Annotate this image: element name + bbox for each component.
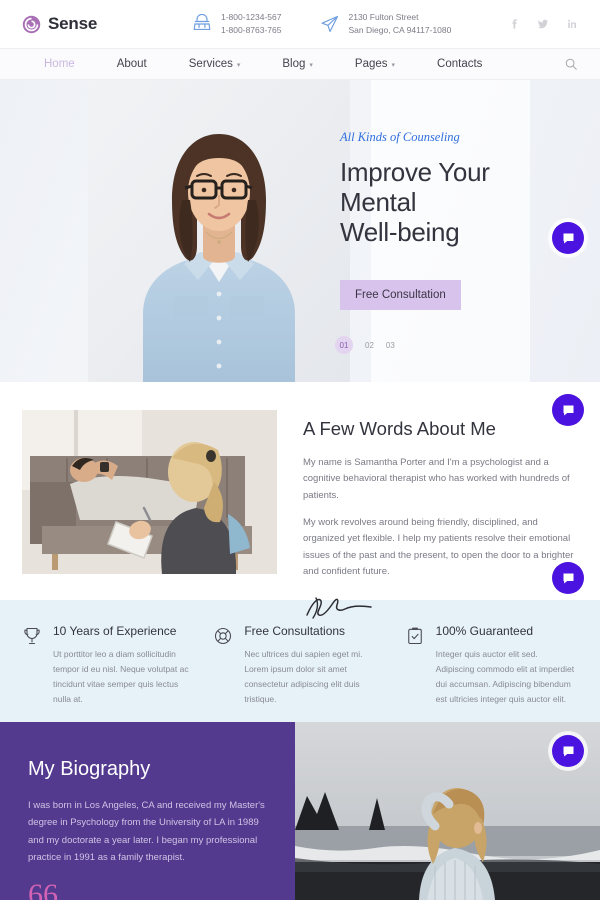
nav-item-blog[interactable]: Blog ▾ [261,58,334,70]
telephone-icon [193,14,211,30]
chat-bubble-icon [563,233,573,243]
hero-subtitle: All Kinds of Counseling [340,130,460,144]
chevron-down-icon: ▾ [391,62,396,69]
hero-slider-pagination: 01 02 03 [335,336,570,355]
nav-label: Contacts [437,58,483,70]
paper-plane-icon [321,15,338,33]
about-text-column: A Few Words About Me My name is Samantha… [303,410,578,619]
chat-widget-button-4[interactable] [552,735,584,767]
feature-card-consultations: Free Consultations Nec ultrices dui sapi… [213,624,386,704]
hero-portrait-photo [88,80,350,382]
nav-label: Services [188,58,233,70]
hero-section: All Kinds of Counseling Improve Your Men… [0,80,600,382]
chevron-down-icon: ▾ [236,62,241,69]
hero-title-line-1: Improve Your [340,157,490,187]
site-logo[interactable]: Sense [22,14,192,34]
phone-number-2[interactable]: 1-800-8763-765 [221,25,282,36]
nav-item-contacts[interactable]: Contacts [416,58,503,70]
linkedin-icon[interactable] [566,18,578,30]
feature-body: Nec ultrices dui sapien eget mi. Lorem i… [244,649,363,704]
about-section: A Few Words About Me My name is Samantha… [0,382,600,619]
biography-text-panel: My Biography I was born in Los Angeles, … [0,722,295,900]
lifebuoy-icon [215,627,232,645]
twitter-icon[interactable] [537,18,549,30]
about-title: A Few Words About Me [303,418,496,439]
nav-label: About [116,58,147,70]
feature-card-experience: 10 Years of Experience Ut porttitor leo … [22,624,195,704]
chat-widget-button-2[interactable] [552,394,584,426]
biography-section: My Biography I was born in Los Angeles, … [0,722,600,900]
hero-title-line-2: Mental [340,187,417,218]
facebook-icon[interactable] [508,18,520,30]
nav-label: Home [44,58,75,70]
clipboard-check-icon [407,627,422,645]
chat-widget-button-3[interactable] [552,562,584,594]
free-consultation-button[interactable]: Free Consultation [340,280,461,311]
address-contact: 2130 Fulton Street San Diego, CA 94117-1… [320,12,452,35]
main-navigation: Home About Services ▾ Blog ▾ Pages ▾ Con… [0,48,600,80]
slider-dot-03[interactable]: 03 [386,341,395,350]
hero-content: All Kinds of Counseling Improve Your Men… [335,130,570,355]
signature-image [306,597,372,619]
slider-dot-02[interactable]: 02 [365,341,374,350]
nav-item-about[interactable]: About [96,58,168,70]
chat-bubble-icon [563,573,573,583]
nav-label: Pages [354,58,388,70]
feature-body: Ut porttitor leo a diam sollicitudin tem… [53,649,189,704]
chat-widget-button-1[interactable] [552,222,584,254]
trophy-icon [24,627,40,645]
feature-body: Integer quis auctor elit sed. Adipiscing… [435,649,575,704]
hero-title-line-3: Well-being [340,217,460,248]
biography-body: I was born in Los Angeles, CA and receiv… [28,800,265,863]
phone-contact: 1-800-1234-567 1-800-8763-765 [192,12,282,35]
biography-title: My Biography [28,758,151,780]
address-line-1: 2130 Fulton Street [348,12,419,23]
slider-dot-01[interactable]: 01 [335,336,353,355]
spiral-logo-icon [22,15,41,33]
chevron-down-icon: ▾ [309,62,313,69]
about-photo [22,410,277,574]
chat-bubble-icon [563,746,573,756]
social-links [508,18,578,30]
address-line-2: San Diego, CA 94117-1080 [348,25,452,35]
search-icon[interactable] [564,57,578,71]
phone-number-1[interactable]: 1-800-1234-567 [221,12,282,23]
top-bar: Sense 1-800-1234-567 1-800-8763-765 2130… [0,0,600,48]
chat-bubble-icon [563,405,573,415]
about-paragraph-2: My work revolves around being friendly, … [303,516,574,577]
nav-item-pages[interactable]: Pages ▾ [334,58,416,70]
logo-text: Sense [48,14,98,33]
nav-item-services[interactable]: Services ▾ [168,58,262,70]
quote-mark: 66 [28,878,58,900]
about-paragraph-1: My name is Samantha Porter and I'm a psy… [303,457,570,501]
feature-card-guaranteed: 100% Guaranteed Integer quis auctor elit… [405,624,578,704]
nav-item-home[interactable]: Home [22,58,96,70]
hero-title: Improve Your Mental Well-being [340,157,570,247]
nav-label: Blog [282,58,306,70]
feature-title: 10 Years of Experience [53,624,177,638]
page-root: Sense 1-800-1234-567 1-800-8763-765 2130… [0,0,600,900]
